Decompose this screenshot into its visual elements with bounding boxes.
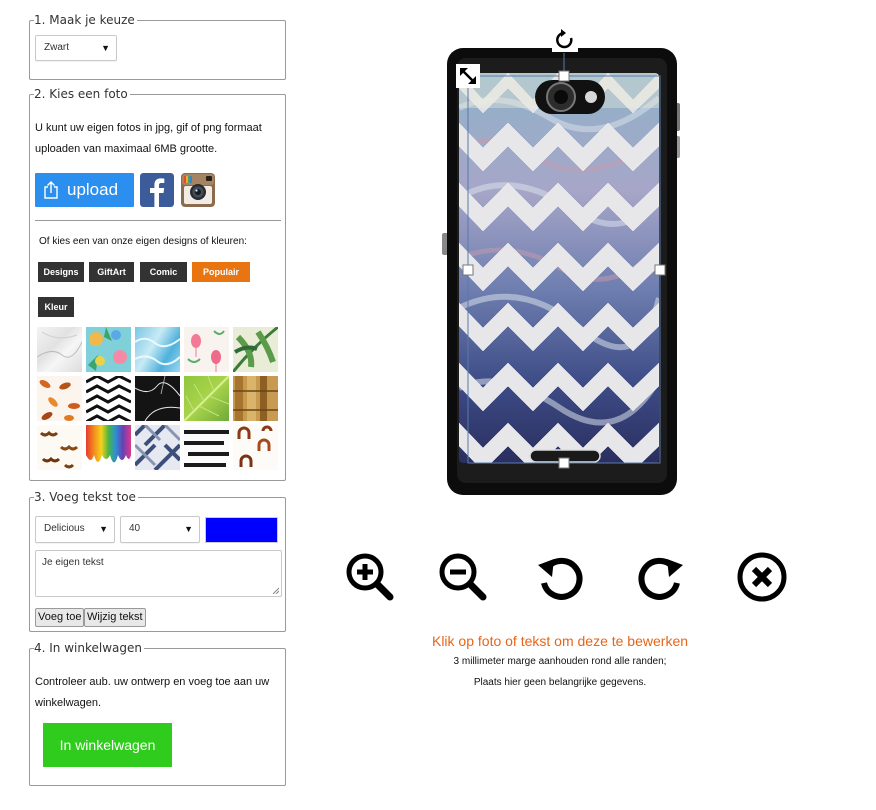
pattern-herringbone-blue[interactable] xyxy=(135,425,180,470)
designs-prompt: Of kies een van onze eigen designs of kl… xyxy=(39,236,247,247)
step2-panel: 2. Kies een foto U kunt uw eigen fotos i… xyxy=(29,87,286,481)
upload-description-line1: U kunt uw eigen fotos in jpg, gif of png… xyxy=(35,122,262,134)
upload-button[interactable]: upload xyxy=(35,173,134,207)
step4-legend: 4. In winkelwagen xyxy=(34,641,142,655)
tab-kleur[interactable]: Kleur xyxy=(38,297,74,317)
resize-corner-icon[interactable] xyxy=(456,64,480,88)
margin-note-line1: 3 millimeter marge aanhouden rond alle r… xyxy=(453,656,667,667)
edit-text-button[interactable]: Wijzig tekst xyxy=(84,608,146,627)
resize-handle-right[interactable] xyxy=(654,264,666,276)
instagram-icon[interactable] xyxy=(181,173,215,207)
step3-panel: 3. Voeg tekst toe Delicious ▼ 40 ▼ Je ei… xyxy=(29,490,286,632)
resize-handle-left[interactable] xyxy=(462,264,474,276)
margin-note-line2: Plaats hier geen belangrijke gegevens. xyxy=(473,677,647,688)
pattern-palm-leaves[interactable] xyxy=(233,327,278,372)
edit-hint: Klik op foto of tekst om deze te bewerke… xyxy=(431,633,689,649)
cart-description-line2: winkelwagen. xyxy=(35,697,102,709)
tab-designs[interactable]: Designs xyxy=(38,262,84,282)
text-input-value: Je eigen tekst xyxy=(42,557,104,568)
pattern-autumn-leaves[interactable] xyxy=(37,376,82,421)
text-color-picker[interactable] xyxy=(205,517,278,543)
pattern-green-leaf[interactable] xyxy=(184,376,229,421)
add-text-button[interactable]: Voeg toe xyxy=(35,608,85,627)
cart-description-line1: Controleer aub. uw ontwerp en voeg toe a… xyxy=(35,676,270,688)
step2-legend: 2. Kies een foto xyxy=(34,87,128,101)
pattern-chevron-black-white[interactable] xyxy=(86,376,131,421)
add-to-cart-button[interactable]: In winkelwagen xyxy=(43,723,172,767)
delete-icon[interactable] xyxy=(736,551,788,603)
divider xyxy=(35,220,281,221)
chevron-down-icon: ▼ xyxy=(184,524,193,534)
rotate-right-icon[interactable] xyxy=(635,551,687,603)
zoom-out-icon[interactable] xyxy=(437,551,489,603)
resize-handle-top[interactable] xyxy=(558,70,570,82)
step4-panel: 4. In winkelwagen Controleer aub. uw ont… xyxy=(29,641,286,786)
facebook-icon[interactable] xyxy=(140,173,174,207)
font-select[interactable]: Delicious ▼ xyxy=(35,516,115,543)
step1-legend: 1. Maak je keuze xyxy=(34,13,135,27)
phone-color-select-value: Zwart xyxy=(44,42,69,53)
tab-giftart[interactable]: GiftArt xyxy=(89,262,134,282)
zoom-in-icon[interactable] xyxy=(344,551,396,603)
upload-description-line2: uploaden van maximaal 6MB grootte. xyxy=(35,143,218,155)
phone-color-select[interactable]: Zwart ▼ xyxy=(35,35,117,61)
phone-case-preview[interactable] xyxy=(440,28,690,498)
pattern-water-aqua[interactable] xyxy=(135,327,180,372)
add-to-cart-label: In winkelwagen xyxy=(59,737,156,753)
pattern-bamboo[interactable] xyxy=(233,376,278,421)
step1-panel: 1. Maak je keuze Zwart ▼ xyxy=(29,13,286,80)
rotate-handle-icon[interactable] xyxy=(552,28,578,52)
step3-legend: 3. Voeg tekst toe xyxy=(34,490,136,504)
pattern-brush-stripes[interactable] xyxy=(184,425,229,470)
pattern-marble-white[interactable] xyxy=(37,327,82,372)
font-select-value: Delicious xyxy=(44,523,85,534)
tab-comic[interactable]: Comic xyxy=(140,262,187,282)
pattern-flamingo[interactable] xyxy=(184,327,229,372)
text-input[interactable]: Je eigen tekst xyxy=(35,550,282,597)
upload-label: upload xyxy=(67,180,119,199)
chevron-down-icon: ▼ xyxy=(101,43,110,53)
rotate-left-icon[interactable] xyxy=(534,551,586,603)
pattern-mustache[interactable] xyxy=(37,425,82,470)
pattern-horseshoe[interactable] xyxy=(233,425,278,470)
resize-handle-icon[interactable] xyxy=(272,587,279,594)
chevron-down-icon: ▼ xyxy=(99,524,108,534)
font-size-select-value: 40 xyxy=(129,523,141,534)
upload-icon xyxy=(44,181,58,199)
font-size-select[interactable]: 40 ▼ xyxy=(120,516,200,543)
tab-populair[interactable]: Populair xyxy=(192,262,250,282)
pattern-pineapple-tropical[interactable] xyxy=(86,327,131,372)
pattern-marble-black[interactable] xyxy=(135,376,180,421)
resize-handle-bottom[interactable] xyxy=(558,457,570,469)
camera-cutout xyxy=(535,80,605,114)
pattern-rainbow-drip[interactable] xyxy=(86,425,131,470)
case-design-image[interactable] xyxy=(459,73,659,471)
